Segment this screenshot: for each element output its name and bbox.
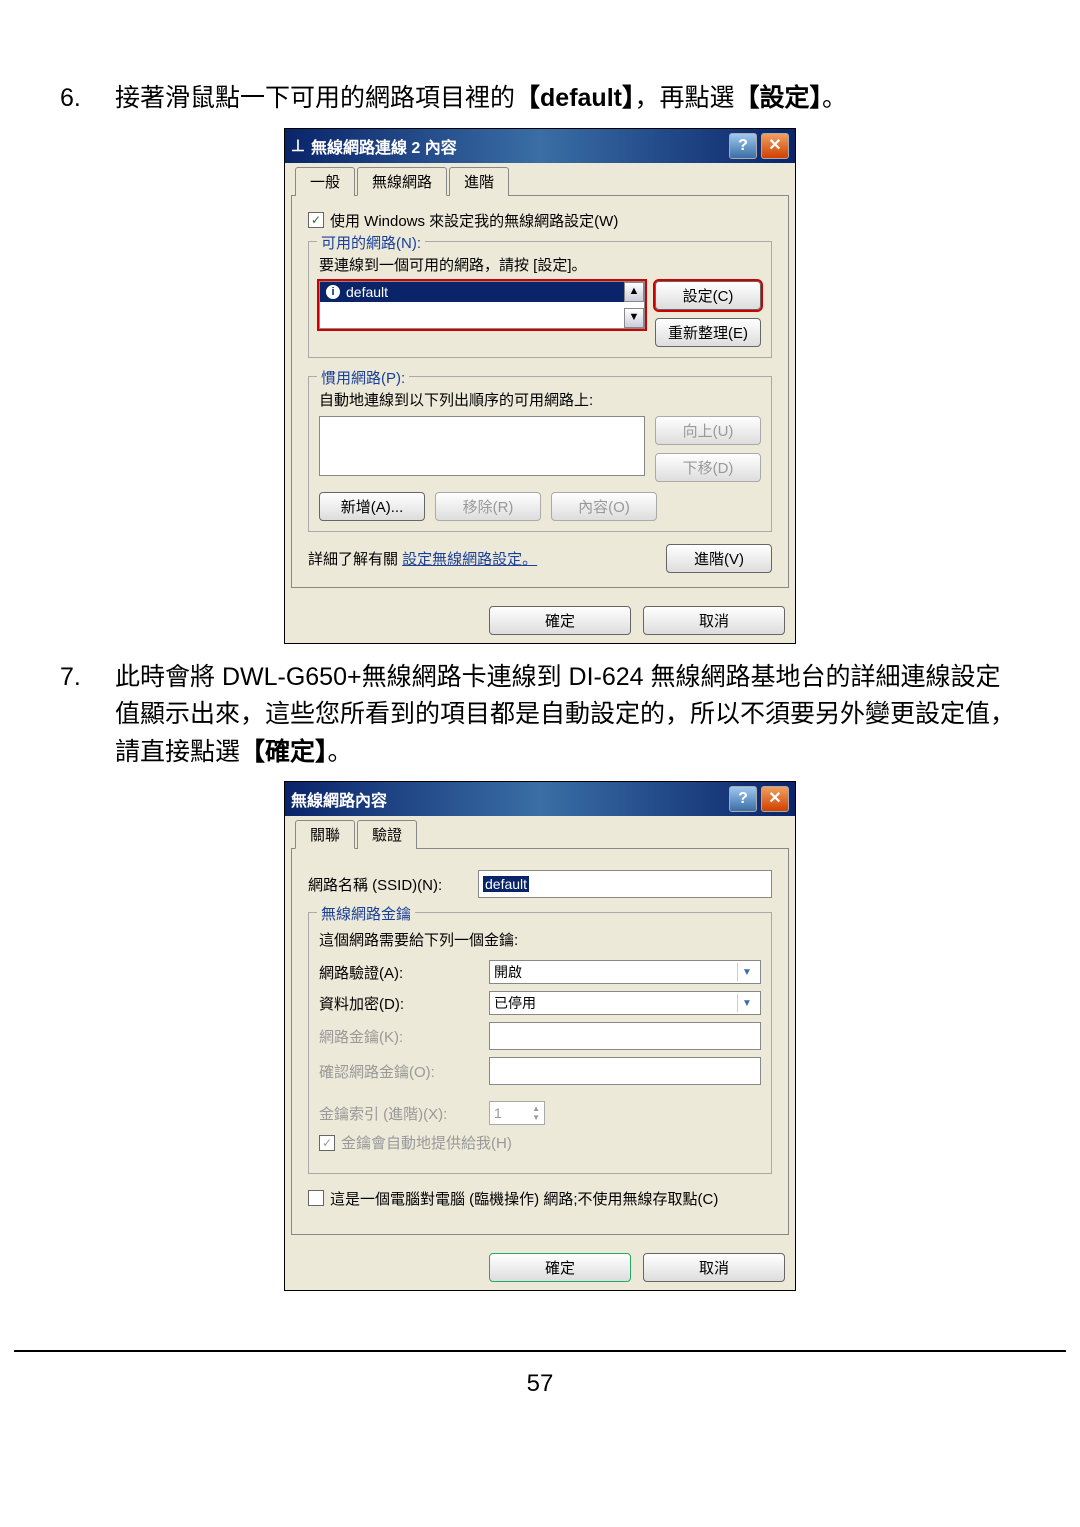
wireless-key-legend: 無線網路金鑰: [317, 903, 415, 924]
advanced-button[interactable]: 進階(V): [666, 544, 772, 573]
spin-up-icon: ▲: [532, 1104, 540, 1113]
auth-value: 開啟: [494, 962, 522, 982]
help-button[interactable]: ?: [729, 133, 757, 159]
available-networks-legend: 可用的網路(N):: [317, 232, 425, 253]
dlg2-title: 無線網路內容: [291, 787, 725, 811]
refresh-button[interactable]: 重新整理(E): [655, 318, 761, 347]
network-item-default[interactable]: i default: [320, 282, 624, 302]
cancel-button[interactable]: 取消: [643, 606, 785, 635]
close-button-2[interactable]: ✕: [761, 786, 789, 812]
encryption-label: 資料加密(D):: [319, 993, 489, 1014]
step-6-text-c: ，再點選: [634, 84, 734, 112]
adhoc-checkbox[interactable]: [308, 1190, 324, 1206]
wireless-key-group: 無線網路金鑰 這個網路需要給下列一個金鑰: 網路驗證(A): 開啟 ▼: [308, 912, 772, 1174]
tab-advanced[interactable]: 進階: [449, 167, 509, 196]
preferred-networks-desc: 自動地連線到以下列出順序的可用網路上:: [319, 389, 761, 410]
auth-combo[interactable]: 開啟 ▼: [489, 960, 761, 984]
ssid-value: default: [483, 876, 529, 892]
page-number: 57: [0, 1352, 1080, 1428]
step-7-number: 7.: [60, 659, 115, 772]
use-windows-label: 使用 Windows 來設定我的無線網路設定(W): [330, 210, 618, 231]
available-networks-list[interactable]: i default ▲ ▼: [319, 281, 645, 329]
step-6: 6. 接著滑鼠點一下可用的網路項目裡的【default】，再點選【設定】。: [60, 80, 1020, 118]
step-7-text-c: 。: [328, 738, 353, 766]
step-6-default: 【default】: [515, 84, 634, 112]
preferred-networks-legend: 慣用網路(P):: [317, 367, 409, 388]
configure-button[interactable]: 設定(C): [655, 281, 761, 310]
network-key-label: 網路金鑰(K):: [319, 1026, 489, 1047]
wireless-icon: ⊥: [291, 136, 305, 156]
detail-link[interactable]: 設定無線網路設定。: [402, 551, 537, 568]
step-6-setting: 【設定】: [734, 84, 822, 112]
wireless-network-props-dialog: 無線網路內容 ? ✕ 關聯 驗證 網路名稱 (SSID)(N): default: [284, 781, 796, 1291]
ok-button[interactable]: 確定: [489, 606, 631, 635]
available-networks-desc: 要連線到一個可用的網路，請按 [設定]。: [319, 254, 761, 275]
scroll-down-icon[interactable]: ▼: [624, 308, 644, 328]
wireless-key-desc: 這個網路需要給下列一個金鑰:: [319, 929, 761, 950]
network-info-icon: i: [326, 285, 340, 299]
step-6-number: 6.: [60, 80, 115, 118]
auth-label: 網路驗證(A):: [319, 962, 489, 983]
ssid-label: 網路名稱 (SSID)(N):: [308, 874, 478, 895]
preferred-networks-group: 慣用網路(P): 自動地連線到以下列出順序的可用網路上: 向上(U) 下移(D): [308, 376, 772, 532]
chevron-down-icon: ▼: [737, 963, 756, 981]
dlg1-title: 無線網路連線 2 內容: [311, 134, 725, 158]
step-6-text-a: 接著滑鼠點一下可用的網路項目裡的: [115, 84, 515, 112]
available-networks-group: 可用的網路(N): 要連線到一個可用的網路，請按 [設定]。 i: [308, 241, 772, 358]
close-button[interactable]: ✕: [761, 133, 789, 159]
properties-button[interactable]: 內容(O): [551, 492, 657, 521]
key-index-spinner: 1 ▲▼: [489, 1101, 545, 1125]
ssid-input[interactable]: default: [478, 870, 772, 898]
use-windows-checkbox[interactable]: ✓: [308, 212, 324, 228]
move-down-button[interactable]: 下移(D): [655, 453, 761, 482]
preferred-networks-list[interactable]: [319, 416, 645, 476]
network-key-input: [489, 1022, 761, 1050]
scroll-up-icon[interactable]: ▲: [624, 282, 644, 302]
step-7: 7. 此時會將 DWL-G650+無線網路卡連線到 DI-624 無線網路基地台…: [60, 659, 1020, 772]
auto-key-label: 金鑰會自動地提供給我(H): [341, 1132, 512, 1153]
dlg1-titlebar[interactable]: ⊥ 無線網路連線 2 內容 ? ✕: [285, 129, 795, 163]
key-index-label: 金鑰索引 (進階)(X):: [319, 1103, 489, 1124]
encryption-value: 已停用: [494, 993, 536, 1013]
step-6-text-e: 。: [822, 84, 847, 112]
add-button[interactable]: 新增(A)...: [319, 492, 425, 521]
detail-label-pre: 詳細了解有關: [308, 551, 402, 568]
confirm-key-label: 確認網路金鑰(O):: [319, 1061, 489, 1082]
chevron-down-icon: ▼: [737, 994, 756, 1012]
wireless-conn-props-dialog: ⊥ 無線網路連線 2 內容 ? ✕ 一般 無線網路 進階 ✓ 使用 Window…: [284, 128, 796, 644]
ok-button-2[interactable]: 確定: [489, 1253, 631, 1282]
network-item-label: default: [346, 284, 388, 300]
move-up-button[interactable]: 向上(U): [655, 416, 761, 445]
confirm-key-input: [489, 1057, 761, 1085]
remove-button[interactable]: 移除(R): [435, 492, 541, 521]
cancel-button-2[interactable]: 取消: [643, 1253, 785, 1282]
tab-association[interactable]: 關聯: [295, 820, 355, 849]
step-7-ok: 【確定】: [240, 738, 328, 766]
tab-wireless[interactable]: 無線網路: [357, 167, 447, 196]
key-index-value: 1: [494, 1105, 502, 1121]
encryption-combo[interactable]: 已停用 ▼: [489, 991, 761, 1015]
dlg2-titlebar[interactable]: 無線網路內容 ? ✕: [285, 782, 795, 816]
help-button-2[interactable]: ?: [729, 786, 757, 812]
spin-down-icon: ▼: [532, 1113, 540, 1122]
tab-authentication[interactable]: 驗證: [357, 820, 417, 849]
auto-key-checkbox: ✓: [319, 1135, 335, 1151]
tab-general[interactable]: 一般: [295, 167, 355, 196]
adhoc-label: 這是一個電腦對電腦 (臨機操作) 網路;不使用無線存取點(C): [330, 1190, 718, 1210]
